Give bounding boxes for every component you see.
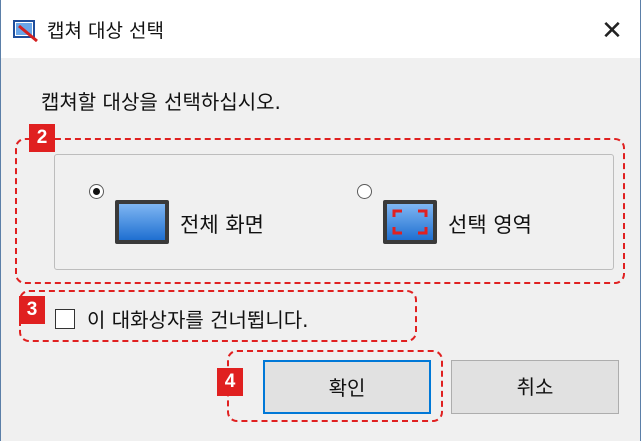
window-title: 캡쳐 대상 선택 (47, 20, 164, 42)
capture-target-dialog: 캡쳐 대상 선택 ✕ 캡쳐할 대상을 선택하십시오. 전체 화면 선택 영역 이… (0, 0, 641, 441)
callout-badge-3: 3 (19, 296, 45, 324)
app-icon (13, 20, 38, 42)
callout-box-4 (227, 350, 443, 422)
title-bar: 캡쳐 대상 선택 ✕ (1, 0, 640, 58)
callout-badge-4: 4 (217, 368, 243, 396)
cancel-button[interactable]: 취소 (451, 360, 619, 414)
instruction-text: 캡쳐할 대상을 선택하십시오. (41, 90, 281, 114)
callout-badge-2: 2 (29, 124, 55, 152)
callout-box-2 (15, 138, 625, 284)
callout-box-3 (19, 290, 417, 342)
close-button[interactable]: ✕ (595, 14, 629, 48)
